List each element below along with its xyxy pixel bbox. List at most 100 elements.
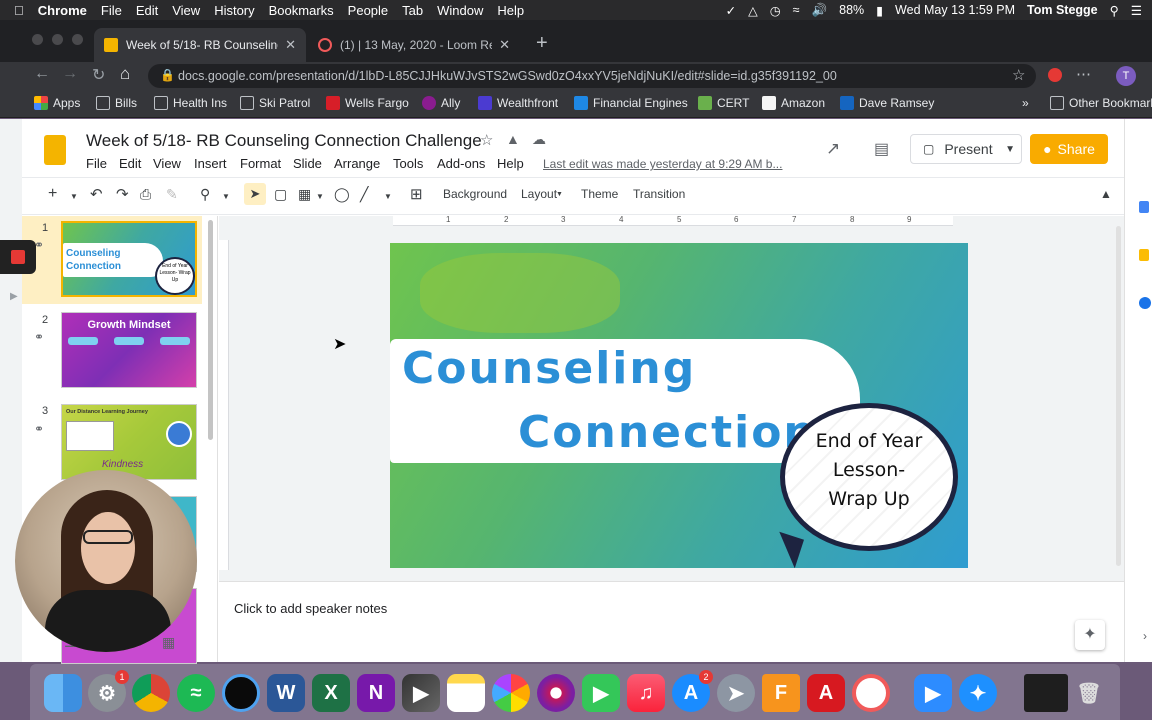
layout-button[interactable]: Layout: [521, 187, 557, 201]
bookmark-health-ins[interactable]: Health Ins: [154, 96, 227, 110]
back-icon[interactable]: ←: [34, 65, 50, 83]
stop-recording-icon[interactable]: [11, 250, 25, 264]
speech-bubble-text[interactable]: End of Year Lesson- Wrap Up: [804, 427, 934, 514]
volume-icon[interactable]: 🔊: [812, 3, 828, 18]
docs-menu-tools[interactable]: Tools: [393, 156, 423, 171]
redo-icon[interactable]: ↷: [116, 185, 129, 203]
collapse-toolbar-icon[interactable]: ▲: [1100, 187, 1112, 201]
add-comment-icon[interactable]: ⊞: [410, 185, 423, 203]
bookmark-amazon[interactable]: Amazon: [762, 96, 825, 110]
explore-icon[interactable]: ✦: [1075, 620, 1105, 650]
reload-icon[interactable]: ↻: [92, 65, 105, 85]
menu-bookmarks[interactable]: Bookmarks: [269, 3, 334, 18]
docs-menu-file[interactable]: File: [86, 156, 107, 171]
star-icon[interactable]: ☆: [480, 131, 493, 149]
shape-icon[interactable]: ◯: [334, 186, 350, 203]
loom-recorder-icon[interactable]: [852, 674, 890, 712]
menu-view[interactable]: View: [172, 3, 200, 18]
onenote-icon[interactable]: N: [357, 674, 395, 712]
loom-expand-icon[interactable]: ▶: [10, 291, 18, 302]
comments-icon[interactable]: ▤: [874, 139, 889, 159]
slides-logo-icon[interactable]: [44, 135, 66, 165]
checkmark-status-icon[interactable]: ✓: [726, 3, 736, 18]
zoom-icon[interactable]: ⚲: [200, 186, 210, 203]
bookmark-ally[interactable]: Ally: [422, 96, 460, 110]
undo-icon[interactable]: ↶: [90, 185, 103, 203]
profile-avatar[interactable]: T: [1116, 66, 1136, 86]
bookmark-apps[interactable]: Apps: [34, 96, 80, 110]
current-slide[interactable]: Counseling Connection End of Year Lesson…: [390, 243, 968, 568]
document-title[interactable]: Week of 5/18- RB Counseling Connection C…: [86, 131, 482, 151]
window-close-icon[interactable]: [32, 34, 43, 45]
text-box-icon[interactable]: ▢: [274, 186, 287, 203]
home-icon[interactable]: ⌂: [120, 64, 130, 84]
photos-icon[interactable]: [492, 674, 530, 712]
present-button[interactable]: ▢ Present ▼: [910, 134, 1022, 164]
docs-menu-help[interactable]: Help: [497, 156, 524, 171]
chevron-down-icon[interactable]: ▼: [1005, 144, 1015, 155]
finder-icon[interactable]: [44, 674, 82, 712]
menu-history[interactable]: History: [214, 3, 254, 18]
slide-title-line2[interactable]: Connection: [518, 407, 817, 458]
menu-people[interactable]: People: [348, 3, 388, 18]
time-machine-icon[interactable]: ◷: [770, 3, 781, 18]
chrome-icon[interactable]: [132, 674, 170, 712]
tasks-icon[interactable]: [1139, 297, 1151, 309]
docs-menu-edit[interactable]: Edit: [119, 156, 141, 171]
chrome-window-icon[interactable]: [1024, 674, 1068, 712]
excel-icon[interactable]: X: [312, 674, 350, 712]
bookmark-wells-fargo[interactable]: Wells Fargo: [326, 96, 409, 110]
new-slide-icon[interactable]: +: [48, 185, 57, 203]
menu-file[interactable]: File: [101, 3, 122, 18]
chevron-down-icon[interactable]: ▼: [222, 192, 230, 201]
bookmark-ski-patrol[interactable]: Ski Patrol: [240, 96, 310, 110]
close-icon[interactable]: ✕: [285, 37, 296, 53]
battery-icon[interactable]: ▮: [876, 3, 883, 18]
loom-icon[interactable]: [222, 674, 260, 712]
zoom-icon[interactable]: ▶: [914, 674, 952, 712]
close-icon[interactable]: ✕: [499, 37, 510, 53]
canvas-scrollbar[interactable]: [1116, 226, 1121, 566]
forward-icon[interactable]: →: [62, 65, 78, 83]
tab-loom[interactable]: (1) | 13 May, 2020 - Loom Rec ✕: [308, 28, 520, 62]
bookmark-cert[interactable]: CERT: [698, 96, 749, 110]
docs-menu-view[interactable]: View: [153, 156, 181, 171]
clock[interactable]: Wed May 13 1:59 PM: [895, 3, 1015, 17]
apple-icon[interactable]: : [14, 3, 24, 18]
slide-title-line1[interactable]: Counseling: [402, 343, 696, 394]
music-icon[interactable]: ♫: [627, 674, 665, 712]
new-tab-button[interactable]: +: [536, 32, 548, 55]
bookmark-bills[interactable]: Bills: [96, 96, 137, 110]
battery-percent[interactable]: 88%: [839, 3, 864, 17]
address-bar[interactable]: 🔒 docs.google.com/presentation/d/1lbD-L8…: [148, 64, 1036, 88]
docs-menu-slide[interactable]: Slide: [293, 156, 322, 171]
speaker-notes[interactable]: Click to add speaker notes ✦: [219, 581, 1124, 662]
screen-recorder-icon[interactable]: [537, 674, 575, 712]
keep-icon[interactable]: [1139, 249, 1149, 261]
image-icon[interactable]: ▦: [298, 186, 311, 203]
line-icon[interactable]: ╱: [360, 186, 368, 203]
window-minimize-icon[interactable]: [52, 34, 63, 45]
webcam-bubble[interactable]: [15, 470, 197, 652]
menu-window[interactable]: Window: [437, 3, 483, 18]
chevron-down-icon[interactable]: ▼: [556, 191, 563, 198]
filmstrip-scrollbar[interactable]: [208, 220, 213, 440]
slide-thumbnail-3[interactable]: Our Distance Learning Journey Kindness: [61, 404, 197, 480]
notification-center-icon[interactable]: ☰: [1131, 3, 1142, 18]
slide-thumbnail-2[interactable]: Growth Mindset: [61, 312, 197, 388]
bookmark-other-bookmarks[interactable]: Other Bookmarks: [1050, 96, 1152, 110]
speaker-notes-placeholder[interactable]: Click to add speaker notes: [234, 601, 387, 616]
chevron-down-icon[interactable]: ▼: [70, 192, 78, 201]
trash-icon[interactable]: 🗑: [1070, 674, 1108, 712]
menu-help[interactable]: Help: [497, 3, 524, 18]
menu-edit[interactable]: Edit: [136, 3, 158, 18]
bookmark-dave-ramsey[interactable]: Dave Ramsey: [840, 96, 934, 110]
extension-icon[interactable]: [1048, 68, 1062, 82]
slide-thumbnail-1[interactable]: Counseling Connection End of Year Lesson…: [61, 221, 197, 297]
share-button[interactable]: ● Share: [1030, 134, 1108, 164]
move-to-drive-icon[interactable]: ▲: [506, 131, 520, 147]
bookmarks-overflow-button[interactable]: »: [1022, 96, 1029, 110]
launchpad-icon[interactable]: ➤: [717, 674, 755, 712]
print-icon[interactable]: ⎙: [140, 186, 151, 203]
select-cursor-icon[interactable]: ➤: [244, 183, 266, 205]
